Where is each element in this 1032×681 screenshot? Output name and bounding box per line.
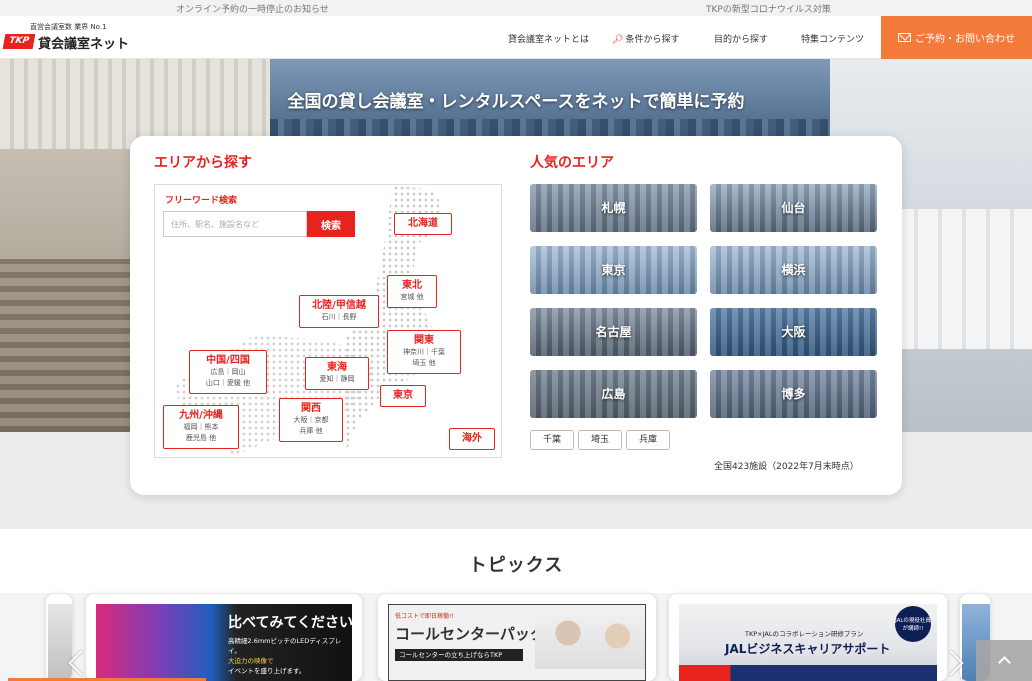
nav-feature[interactable]: 特集コンテンツ [801,32,864,45]
popular-area-yokohama[interactable]: 横浜 [710,246,877,294]
chevron-left-icon[interactable] [62,648,90,681]
region-kyushu-okinawa[interactable]: 九州/沖縄 福岡｜熊本 鹿児島 他 [163,405,239,449]
tile-label: 東京 [601,263,626,277]
region-tokai[interactable]: 東海 愛知｜静岡 [305,357,369,390]
region-sub: 兵庫 他 [299,427,323,435]
banner-title: JALビジネスキャリアサポート [725,642,891,656]
chevron-right-icon[interactable] [942,648,970,681]
area-search-heading: エリアから探す [154,155,252,171]
region-sub: 宮城 他 [400,293,424,301]
banner-caption: TKP×JALのコラボレーション研修プラン [745,630,864,638]
region-sub: 埼玉 他 [412,359,436,367]
banner-people-image [535,609,645,669]
banner-badge: JALの現役社員が講師!! [895,606,931,642]
tile-label: 横浜 [781,263,806,277]
topic-card-call-center[interactable]: 低コストで即日稼働!! コールセンターパック コールセンターの立ち上げならTKP [378,594,656,681]
popular-area-heading: 人気のエリア [530,155,614,171]
topic-banner-led: 比べてみてください。 高精細2.6mmピッチのLEDディスプレイ。 大迫力の映像… [96,604,362,681]
topic-banner-call-center: 低コストで即日稼働!! コールセンターパック コールセンターの立ち上げならTKP [388,604,646,681]
tile-label: 大阪 [781,325,806,339]
tile-label: 広島 [601,387,626,401]
freeword-label: フリーワード検索 [165,196,238,206]
popular-area-sapporo[interactable]: 札幌 [530,184,697,232]
region-hokuriku[interactable]: 北陸/甲信越 石川｜長野 [299,295,379,328]
topics-title: トピックス [468,555,564,576]
search-icon: 🔎︎ [612,35,624,45]
area-map: フリーワード検索 検索 北海道 東北 宮城 他 北陸/甲信越 石川｜長野 関東 … [154,184,502,458]
hero-title: 全国の貸し会議室・レンタルスペースをネットで簡単に予約 [287,92,745,112]
region-overseas[interactable]: 海外 [449,428,495,450]
banner-bar: コールセンターの立ち上げならTKP [395,649,523,661]
region-hokkaido[interactable]: 北海道 [394,213,452,235]
banner-title: コールセンターパック [395,625,545,643]
logo-tagline: 直営会議室数 業界 No.1 [30,23,107,31]
banner-line: 高精細2.6mmピッチのLEDディスプレイ。 [228,637,342,655]
region-sub: 山口｜愛媛 他 [205,379,251,387]
region-name: 関西 [301,403,321,414]
topic-banner-jal: JALの現役社員が講師!! TKP×JALのコラボレーション研修プラン JALビ… [679,604,937,681]
banner-line: 大迫力の映像で [228,657,274,665]
region-sub: 大阪｜京都 [293,416,329,424]
region-name: 関東 [414,335,434,346]
popular-area-nagoya[interactable]: 名古屋 [530,308,697,356]
region-chugoku-shikoku[interactable]: 中国/四国 広島｜岡山 山口｜愛媛 他 [189,350,267,394]
region-kansai[interactable]: 関西 大阪｜京都 兵庫 他 [279,398,343,442]
popular-area-hakata[interactable]: 博多 [710,370,877,418]
banner-stripe [679,665,937,681]
region-kanto[interactable]: 関東 神奈川｜千葉 埼玉 他 [387,330,461,374]
nav-search-by-condition[interactable]: 🔎︎ 条件から探す [612,32,679,45]
region-sub: 広島｜岡山 [210,368,246,376]
logo-text[interactable]: 貸会議室ネット [38,33,129,52]
region-tokyo[interactable]: 東京 [380,385,426,407]
freeword-search-button[interactable]: 検索 [307,211,355,237]
search-card: エリアから探す 人気のエリア フリーワード検索 検索 北海道 東北 宮城 他 北… [130,136,902,495]
contact-button[interactable]: ご予約・お問い合わせ [881,16,1032,59]
region-name: 九州/沖縄 [179,410,223,421]
nav-search-label: 条件から探す [625,35,680,45]
freeword-search-input[interactable] [163,211,307,237]
notice-bar: オンライン予約の一時停止のお知らせ TKPの新型コロナウイルス対策 [0,0,1032,16]
tile-label: 博多 [781,387,806,401]
region-sub: 鹿児島 他 [185,434,217,442]
tile-label: 仙台 [781,201,806,215]
region-sub: 神奈川｜千葉 [403,348,445,356]
region-sub: 石川｜長野 [321,313,357,321]
area-button-saitama[interactable]: 埼玉 [578,430,622,450]
nav-about[interactable]: 貸会議室ネットとは [508,32,589,45]
site-header: 直営会議室数 業界 No.1 TKP 貸会議室ネット 貸会議室ネットとは 🔎︎ 条… [0,16,1032,59]
logo-mark[interactable]: TKP [2,34,36,49]
region-name: 東北 [402,280,422,291]
banner-headline: 比べてみてください。 [228,615,362,631]
mail-icon [898,33,911,42]
region-name: 北陸/甲信越 [312,300,366,311]
popular-area-osaka[interactable]: 大阪 [710,308,877,356]
contact-button-label: ご予約・お問い合わせ [915,34,1015,45]
region-name: 中国/四国 [206,355,250,366]
banner-tag: 低コストで即日稼働!! [395,613,454,620]
area-button-chiba[interactable]: 千葉 [530,430,574,450]
popular-area-sendai[interactable]: 仙台 [710,184,877,232]
notice-link-online-booking[interactable]: オンライン予約の一時停止のお知らせ [176,2,329,15]
notice-link-covid[interactable]: TKPの新型コロナウイルス対策 [706,2,831,15]
banner-subtext: 高精細2.6mmピッチのLEDディスプレイ。 大迫力の映像で イベントを盛り上げ… [228,636,352,676]
banner-line: イベントを盛り上げます。 [228,667,306,675]
popular-area-tokyo[interactable]: 東京 [530,246,697,294]
area-button-hyogo[interactable]: 兵庫 [626,430,670,450]
facility-count-note: 全国423施設（2022年7月末時点） [714,462,859,472]
popular-area-hiroshima[interactable]: 広島 [530,370,697,418]
region-name: 東京 [393,390,413,401]
tile-label: 札幌 [601,201,626,215]
tile-label: 名古屋 [595,325,632,339]
region-sub: 福岡｜熊本 [183,423,219,431]
region-sub: 愛知｜静岡 [319,375,355,383]
page-top-button[interactable] [976,640,1032,681]
region-name: 北海道 [408,218,438,229]
region-name: 海外 [462,433,482,444]
region-name: 東海 [327,362,347,373]
topic-card-led-display[interactable]: 比べてみてください。 高精細2.6mmピッチのLEDディスプレイ。 大迫力の映像… [86,594,362,681]
region-tohoku[interactable]: 東北 宮城 他 [387,275,437,308]
nav-search-by-purpose[interactable]: 目的から探す [714,32,768,45]
topic-card-jal-career[interactable]: JALの現役社員が講師!! TKP×JALのコラボレーション研修プラン JALビ… [669,594,947,681]
